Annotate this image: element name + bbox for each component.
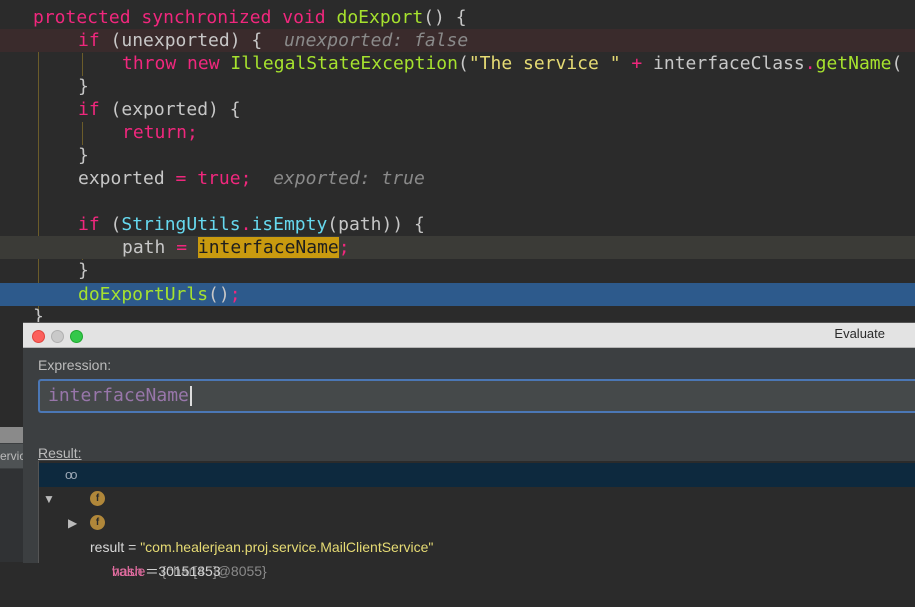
evaluate-dialog: Evaluate Expression: interfaceName Resul… [23,322,915,579]
code-line: throw new IllegalStateException("The ser… [122,53,903,74]
field-icon: f [90,491,105,506]
text-caret [189,386,192,406]
expression-label: Expression: [38,357,112,373]
code-line: protected synchronized void doExport() { [33,7,467,28]
code-line-breakpoint: if (unexported) { unexported: false [0,29,915,52]
minimize-window-button[interactable] [51,330,64,343]
code-editor[interactable]: protected synchronized void doExport() {… [0,0,915,330]
code-line: } [78,145,89,166]
window-title: Evaluate [834,326,885,341]
highlighted-identifier: interfaceName [197,237,339,258]
code-line-execution-point: doExportUrls(); [0,283,915,306]
background-tool-window: ervic [0,427,23,562]
code-line: } [78,76,89,97]
inline-debug-hint: exported: true [273,168,425,189]
inline-debug-hint: unexported: false [283,30,469,51]
expression-value: interfaceName [48,385,189,406]
field-icon: f [90,515,105,530]
result-label: Result: [38,445,82,461]
code-line: if (exported) { [78,99,241,120]
tree-row[interactable]: ▶ f value = {char[45]@8055} [39,487,915,579]
code-line: return; [122,122,198,143]
code-line: if (StringUtils.isEmpty(path)) { [78,214,425,235]
tree-row[interactable]: f hash = 30151853 [39,511,915,579]
window-titlebar[interactable]: Evaluate [23,323,915,348]
code-line: exported = true; exported: true [78,168,425,189]
watch-glasses-icon: oo [65,467,78,482]
code-line-current: path = interfaceName; [0,236,915,259]
maximize-window-button[interactable] [70,330,83,343]
code-line: } [78,260,89,281]
result-row[interactable]: ▼ oo result = "com.healerjean.proj.servi… [39,463,915,555]
result-tree[interactable]: ▼ oo result = "com.healerjean.proj.servi… [38,461,915,579]
expression-input[interactable]: interfaceName [38,379,915,413]
close-window-button[interactable] [32,330,45,343]
tool-window-tab[interactable]: ervic [0,444,23,468]
